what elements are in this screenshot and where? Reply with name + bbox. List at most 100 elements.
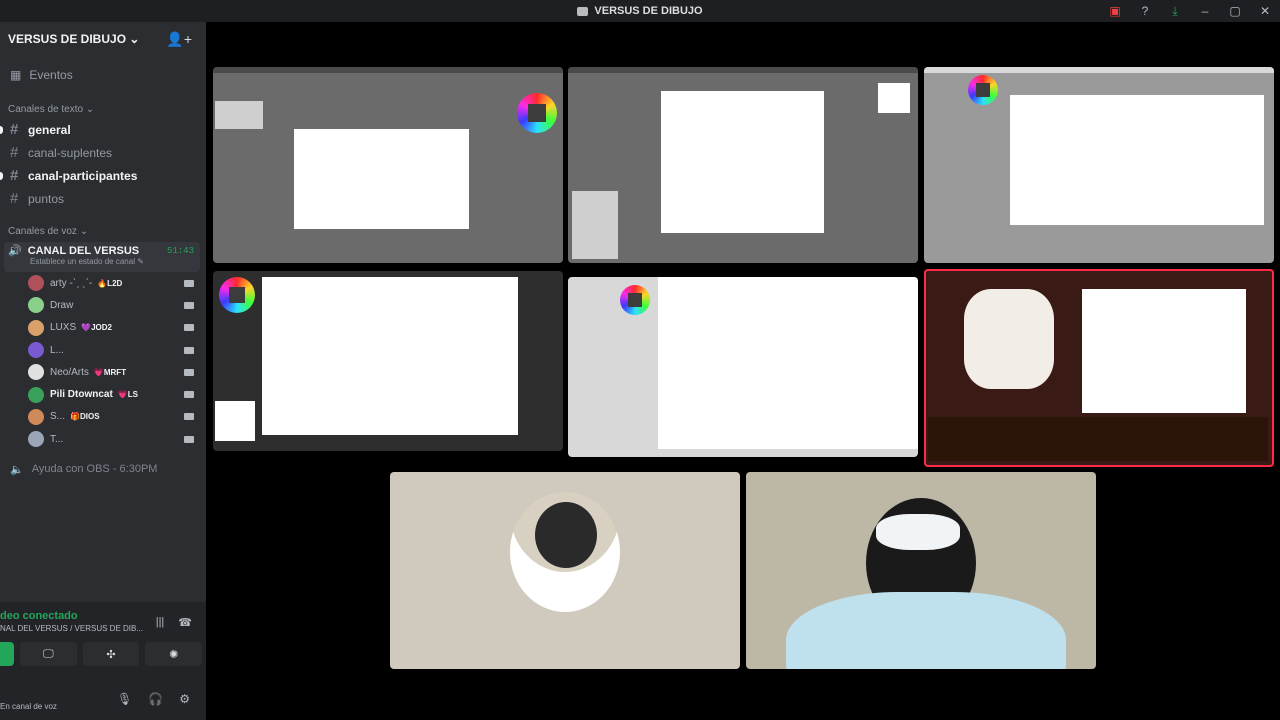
voice-member-list: arty -ˋˏ ˎˊ- 🔥L2D Draw LUXS 💜JOD2 L... Neo/Art…	[0, 272, 206, 450]
voice-member[interactable]: T...	[0, 428, 206, 450]
text-channel-2[interactable]: # canal-participantes	[0, 164, 206, 187]
voice-member[interactable]: Pili Dtowncat 💗LS	[0, 383, 206, 405]
help-icon[interactable]: ?	[1130, 0, 1160, 22]
stream-tile-selected[interactable]	[924, 269, 1274, 467]
voice-member[interactable]: S... 🎁DIOS	[0, 406, 206, 428]
user-panel: En canal de voz 🎙 🎧 ⚙	[0, 682, 206, 718]
add-member-icon[interactable]: 👤+	[166, 31, 192, 48]
title-bar: VERSUS DE DIBUJO ▣ ? ⤓ – ▢ ✕	[0, 0, 1280, 22]
avatar	[28, 319, 44, 336]
stream-tile[interactable]	[213, 67, 563, 263]
member-badge: 🎁DIOS	[70, 412, 100, 422]
noise-suppression-icon[interactable]: |||	[156, 616, 165, 629]
settings-gear-icon[interactable]: ⚙	[179, 692, 190, 706]
voice-channels-category[interactable]: Canales de voz ⌄	[0, 222, 206, 240]
member-name: L...	[50, 344, 64, 356]
text-channel-list: # general # canal-suplentes # canal-participa…	[0, 118, 206, 210]
camera-icon	[184, 279, 194, 287]
voice-channel-label: CANAL DEL VERSUS	[27, 244, 140, 257]
camera-button[interactable]	[0, 642, 14, 666]
microphone-icon[interactable]: 🎙	[117, 692, 132, 706]
avatar	[28, 275, 44, 292]
member-name: S...	[50, 411, 66, 423]
window-title: VERSUS DE DIBUJO	[577, 5, 703, 17]
hash-icon: #	[10, 167, 19, 184]
stream-tile[interactable]	[568, 67, 918, 263]
camera-icon	[184, 346, 194, 354]
hash-icon: #	[10, 144, 19, 161]
events-item[interactable]: ▦ Eventos	[0, 56, 206, 94]
voice-member[interactable]: Draw	[0, 294, 206, 316]
activities-button[interactable]: ✣	[82, 642, 140, 666]
member-name: T...	[50, 433, 64, 445]
voice-channel-obs[interactable]: 🔈 Ayuda con OBS - 6:30PM	[0, 454, 206, 484]
title-bar-controls: ▣ ? ⤓ – ▢ ✕	[1100, 0, 1280, 22]
text-channel-0[interactable]: # general	[0, 118, 206, 141]
camera-icon	[184, 435, 194, 443]
server-header[interactable]: VERSUS DE DIBUJO ⌄ 👤+	[0, 22, 206, 56]
webcam-tile[interactable]	[390, 472, 740, 669]
avatar	[28, 408, 44, 425]
stream-tile[interactable]	[924, 67, 1274, 263]
camera-icon	[184, 391, 194, 399]
voice-member[interactable]: LUXS 💜JOD2	[0, 317, 206, 339]
voice-member[interactable]: L...	[0, 339, 206, 361]
member-badge: 💗MRFT	[93, 367, 127, 377]
speaker-icon: 🔈	[10, 463, 24, 476]
camera-icon	[184, 368, 194, 376]
maximize-button[interactable]: ▢	[1220, 0, 1250, 22]
discord-logo-icon	[577, 6, 589, 16]
member-name: Pili Dtowncat	[50, 389, 113, 401]
share-screen-button[interactable]: 🖵	[20, 642, 77, 666]
minimize-button[interactable]: –	[1190, 0, 1220, 22]
avatar	[28, 342, 44, 359]
member-name: Neo/Arts	[50, 366, 89, 378]
voice-channel-label: Ayuda con OBS - 6:30PM	[31, 463, 158, 476]
screen-share-icon[interactable]: ▣	[1100, 0, 1130, 22]
member-name: Draw	[50, 299, 74, 311]
voice-member[interactable]: Neo/Arts 💗MRFT	[0, 361, 206, 383]
download-icon[interactable]: ⤓	[1160, 0, 1190, 22]
headphones-icon[interactable]: 🎧	[148, 692, 163, 706]
channel-label: canal-suplentes	[28, 145, 113, 160]
window-title-text: VERSUS DE DIBUJO	[594, 5, 703, 17]
voice-timer: 51:43	[166, 246, 194, 256]
channel-label: general	[28, 122, 71, 137]
avatar	[28, 431, 44, 448]
server-name[interactable]: VERSUS DE DIBUJO ⌄	[8, 32, 139, 46]
voice-connection-panel: deo conectado NAL DEL VERSUS / VERSUS DE…	[0, 602, 206, 720]
stream-tile[interactable]	[568, 277, 918, 457]
text-channel-3[interactable]: # puntos	[0, 187, 206, 210]
events-label: Eventos	[29, 68, 73, 82]
camera-icon	[184, 413, 194, 421]
speaker-icon: 🔊	[8, 245, 22, 257]
member-name: LUXS	[50, 322, 77, 334]
text-channels-category[interactable]: Canales de texto ⌄	[0, 100, 206, 118]
hash-icon: #	[10, 121, 19, 138]
member-badge: 🔥L2D	[97, 278, 123, 288]
user-status: En canal de voz	[0, 701, 57, 711]
avatar	[28, 297, 44, 314]
voice-actions: 🖵 ✣ ✺	[0, 642, 206, 666]
member-name: arty -ˋˏ ˎˊ-	[50, 277, 93, 289]
camera-icon	[184, 324, 194, 332]
hash-icon: #	[10, 190, 19, 207]
channel-status[interactable]: Establece un estado de canal ✎	[8, 257, 196, 266]
webcam-tile[interactable]	[746, 472, 1096, 669]
camera-icon	[184, 301, 194, 309]
avatar	[28, 386, 44, 403]
member-badge: 💜JOD2	[81, 323, 112, 333]
channel-label: canal-participantes	[28, 168, 138, 183]
close-button[interactable]: ✕	[1250, 0, 1280, 22]
disconnect-icon[interactable]: ☎	[178, 616, 192, 629]
text-channel-1[interactable]: # canal-suplentes	[0, 141, 206, 164]
voice-channel-versus[interactable]: 🔊 CANAL DEL VERSUS 51:43 Establece un es…	[4, 242, 200, 272]
soundboard-button[interactable]: ✺	[145, 642, 203, 666]
voice-member[interactable]: arty -ˋˏ ˎˊ- 🔥L2D	[0, 272, 206, 294]
video-stage	[206, 22, 1280, 720]
avatar	[28, 364, 44, 381]
channel-label: puntos	[28, 191, 65, 206]
member-badge: 💗LS	[117, 390, 138, 400]
calendar-icon: ▦	[10, 68, 22, 82]
stream-tile[interactable]	[213, 271, 563, 451]
